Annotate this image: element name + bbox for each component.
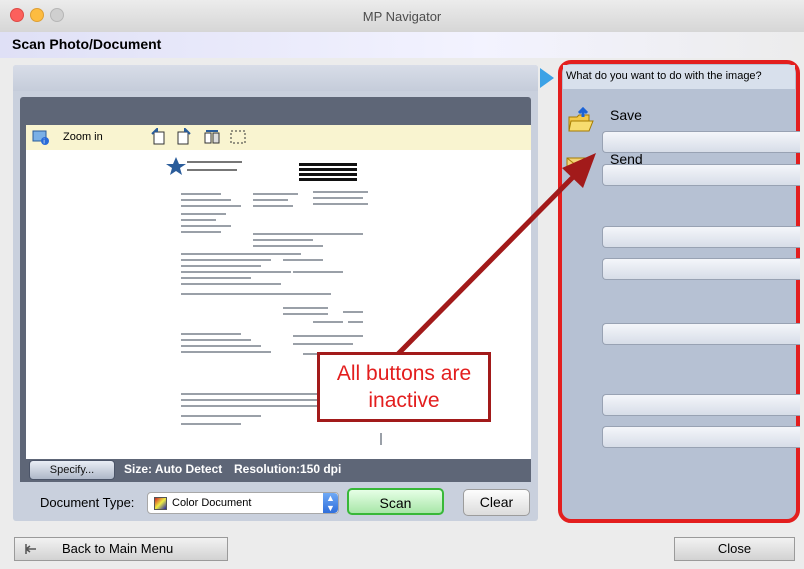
resolution-label: Resolution:150 dpi xyxy=(234,462,342,476)
close-button[interactable]: Close xyxy=(674,537,795,561)
save-folder-icon xyxy=(568,107,594,132)
zoom-in-icon[interactable]: i xyxy=(32,128,50,146)
send-envelope-icon xyxy=(566,157,588,173)
zoom-in-label: Zoom in xyxy=(63,131,103,143)
panel-pointer-arrow-icon xyxy=(540,68,554,88)
rotate-left-icon[interactable] xyxy=(150,128,168,146)
page-title: Scan Photo/Document xyxy=(12,36,162,52)
callout-line-1: All buttons are xyxy=(336,362,472,385)
specify-button[interactable]: Specify... xyxy=(29,460,115,480)
save-option-button-1[interactable] xyxy=(602,131,800,153)
color-document-icon xyxy=(154,497,167,510)
rotate-right-icon[interactable] xyxy=(174,128,192,146)
action-option-button-1[interactable] xyxy=(602,226,800,248)
crop-frame-icon[interactable] xyxy=(229,128,247,146)
flip-icon[interactable] xyxy=(203,128,221,146)
action-option-button-5[interactable] xyxy=(602,426,800,448)
document-type-label: Document Type: xyxy=(40,495,135,510)
callout-line-2: inactive xyxy=(368,389,440,412)
action-option-button-3[interactable] xyxy=(602,323,800,345)
back-button-label: Back to Main Menu xyxy=(62,541,174,556)
select-chevron-icon: ▲ ▼ xyxy=(323,493,338,513)
size-label: Size: Auto Detect xyxy=(124,462,223,476)
clear-button[interactable]: Clear xyxy=(463,489,530,516)
document-type-select[interactable]: Color Document ▲ ▼ xyxy=(147,492,339,514)
annotation-callout: All buttons are inactive xyxy=(317,352,491,422)
back-arrow-icon xyxy=(25,544,36,554)
window-title: MP Navigator xyxy=(362,9,442,24)
document-type-value: Color Document xyxy=(172,497,252,509)
action-option-button-4[interactable] xyxy=(602,394,800,416)
action-panel-question: What do you want to do with the image? xyxy=(566,70,762,82)
back-to-main-menu-button[interactable]: Back to Main Menu xyxy=(14,537,228,561)
action-option-button-2[interactable] xyxy=(602,258,800,280)
save-label: Save xyxy=(610,107,642,123)
send-option-button-1[interactable] xyxy=(602,164,800,186)
scan-button[interactable]: Scan xyxy=(347,488,444,515)
preview-panel-header xyxy=(13,65,538,91)
